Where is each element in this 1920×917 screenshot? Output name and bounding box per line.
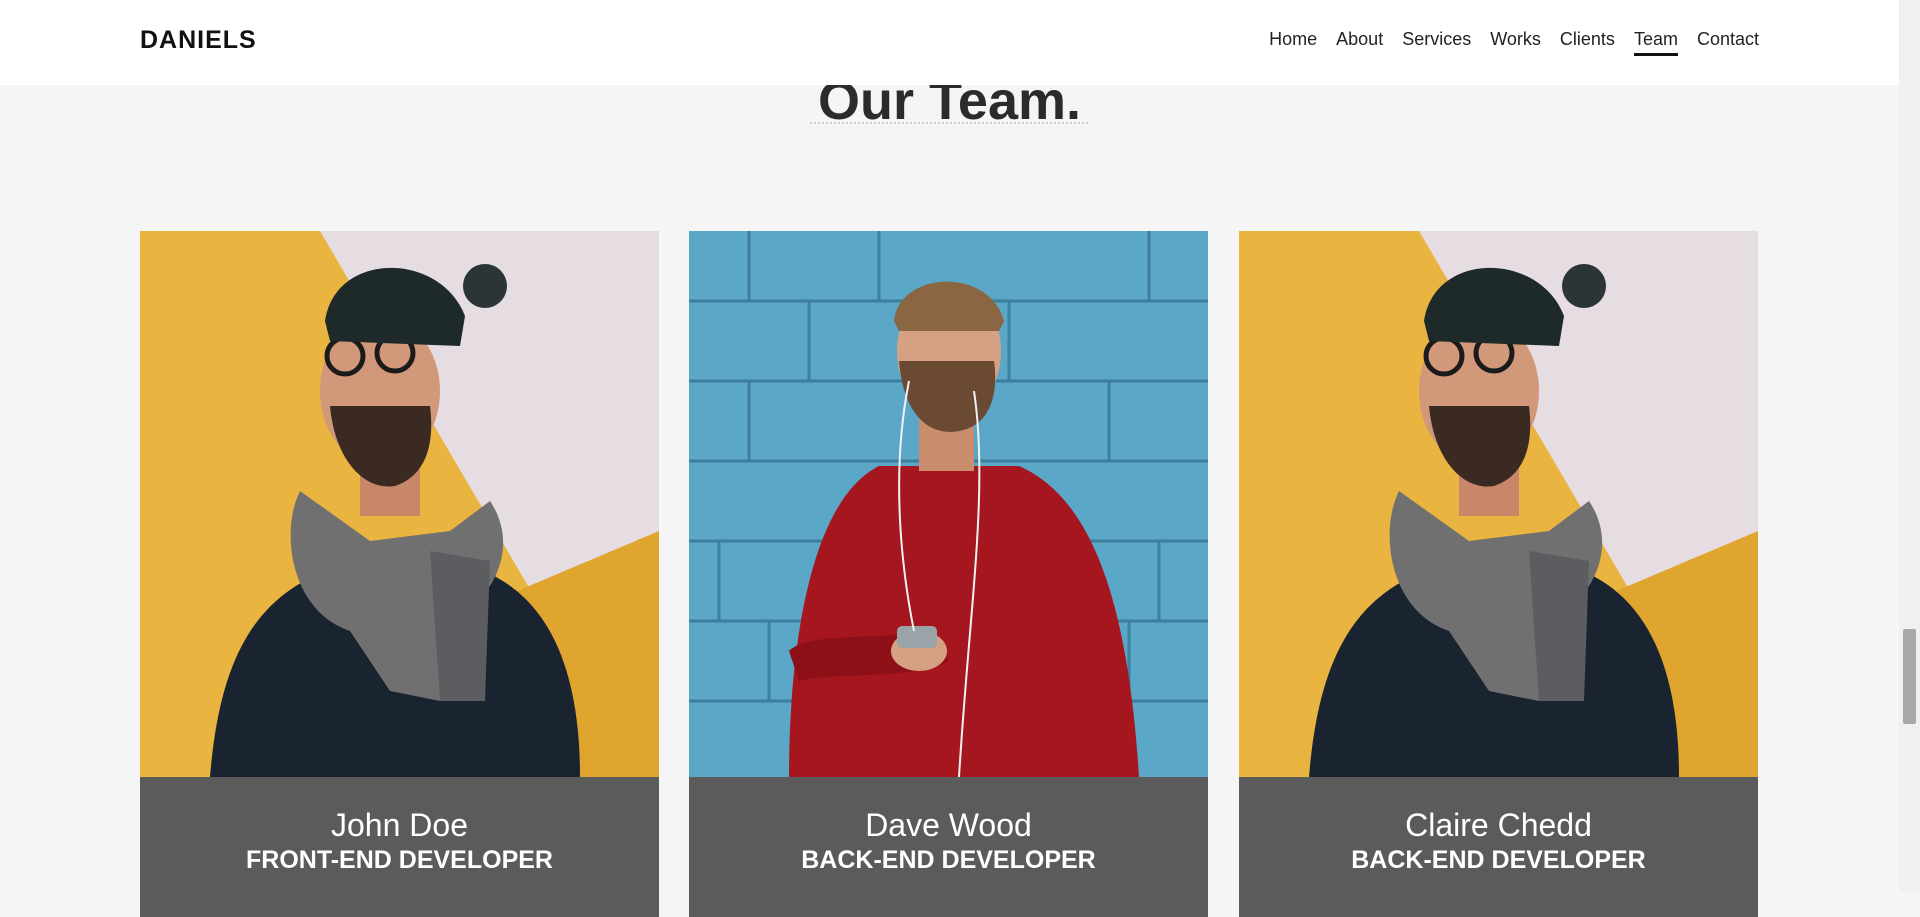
nav-link-about[interactable]: About <box>1336 29 1383 56</box>
photo-man-beanie-scarf <box>1239 231 1758 777</box>
page-scrollbar[interactable] <box>1899 0 1920 891</box>
team-member-name: John Doe <box>331 807 468 843</box>
title-underline <box>810 122 1088 124</box>
team-member-name: Dave Wood <box>865 807 1032 843</box>
photo-man-beanie-scarf <box>140 231 659 777</box>
nav-link-clients[interactable]: Clients <box>1560 29 1615 56</box>
team-card[interactable]: Claire Chedd BACK-END DEVELOPER <box>1239 231 1758 917</box>
team-card[interactable]: John Doe FRONT-END DEVELOPER <box>140 231 659 917</box>
navbar: DANIELS Home About Services Works Client… <box>0 0 1899 85</box>
nav-link-team[interactable]: Team <box>1633 29 1678 56</box>
nav-link-works[interactable]: Works <box>1490 29 1541 56</box>
nav-links: Home About Services Works Clients Team C… <box>1269 29 1759 56</box>
team-member-role: FRONT-END DEVELOPER <box>246 846 553 874</box>
team-card[interactable]: Dave Wood BACK-END DEVELOPER <box>689 231 1208 917</box>
team-card-info: Dave Wood BACK-END DEVELOPER <box>689 777 1208 917</box>
scrollbar-thumb[interactable] <box>1903 629 1916 724</box>
nav-link-contact[interactable]: Contact <box>1697 29 1759 56</box>
team-card-info: John Doe FRONT-END DEVELOPER <box>140 777 659 917</box>
team-member-role: BACK-END DEVELOPER <box>801 846 1096 874</box>
team-member-photo <box>140 231 659 777</box>
nav-link-services[interactable]: Services <box>1402 29 1471 56</box>
brand-logo[interactable]: DANIELS <box>140 26 257 55</box>
team-card-info: Claire Chedd BACK-END DEVELOPER <box>1239 777 1758 917</box>
photo-man-red-sweater <box>689 231 1208 777</box>
team-member-photo <box>1239 231 1758 777</box>
team-member-photo <box>689 231 1208 777</box>
nav-link-home[interactable]: Home <box>1269 29 1317 56</box>
team-member-role: BACK-END DEVELOPER <box>1351 846 1646 874</box>
team-member-name: Claire Chedd <box>1405 807 1592 843</box>
